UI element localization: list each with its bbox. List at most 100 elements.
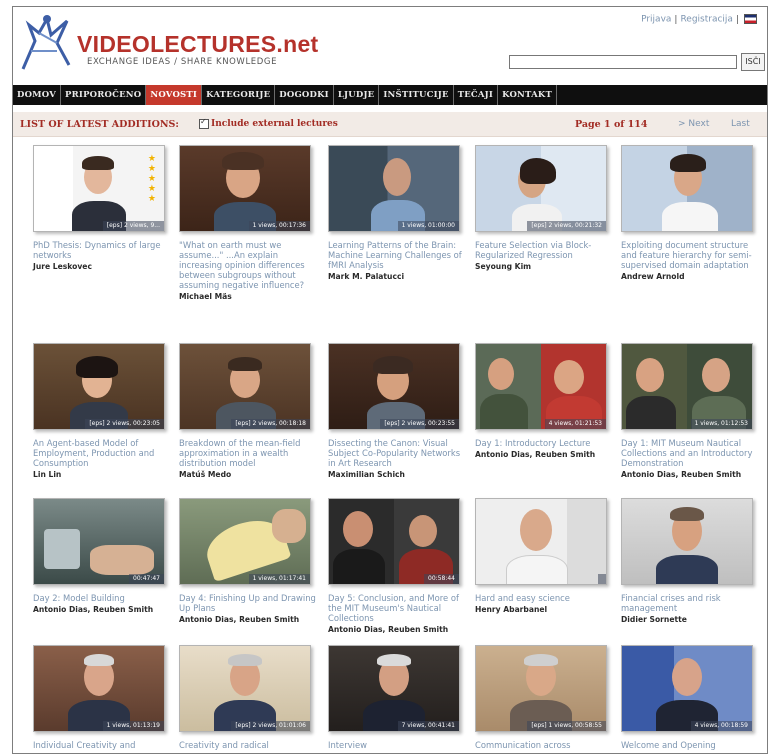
- lecture-card[interactable]: Hard and easy science Henry Abarbanel: [475, 498, 615, 614]
- lecture-title[interactable]: Exploiting document structure and featur…: [621, 240, 761, 270]
- lecture-card[interactable]: 4 views, 00:18:59 Welcome and Opening: [621, 645, 761, 750]
- lecture-title[interactable]: Interview: [328, 740, 468, 750]
- lecture-author[interactable]: Jure Leskovec: [33, 262, 173, 271]
- lecture-card[interactable]: [eps] 1 views, 00:58:55 Communication ac…: [475, 645, 615, 750]
- lecture-card[interactable]: 00:47:47 Day 2: Model Building Antonio D…: [33, 498, 173, 614]
- speaker-hair: [670, 154, 706, 172]
- lecture-thumbnail[interactable]: 7 views, 00:41:41: [328, 645, 460, 732]
- login-link[interactable]: Prijava: [641, 15, 671, 25]
- site-logo-text[interactable]: VIDEOLECTURES.net: [77, 31, 319, 58]
- lecture-thumbnail[interactable]: [eps] 1 views, 00:58:55: [475, 645, 607, 732]
- lecture-author[interactable]: Antonio Dias, Reuben Smith: [475, 450, 615, 459]
- lecture-card[interactable]: 4 views, 01:21:53 Day 1: Introductory Le…: [475, 343, 615, 459]
- lecture-meta: [eps] 2 views, 00:21:32: [527, 221, 606, 231]
- register-link[interactable]: Registracija: [680, 15, 733, 25]
- lecture-title[interactable]: Day 1: MIT Museum Nautical Collections a…: [621, 438, 761, 468]
- lecture-title[interactable]: Financial crises and risk management: [621, 593, 761, 613]
- lecture-title[interactable]: Individual Creativity and: [33, 740, 173, 750]
- lecture-author[interactable]: Lin Lin: [33, 470, 173, 479]
- lecture-author[interactable]: Seyoung Kim: [475, 262, 615, 271]
- lecture-thumbnail[interactable]: [eps] 2 views, 01:01:06: [179, 645, 311, 732]
- lecture-card[interactable]: [eps] 2 views, 00:21:32 Feature Selectio…: [475, 145, 615, 271]
- lecture-thumbnail[interactable]: [621, 498, 753, 585]
- nav-tab-contact[interactable]: KONTAKT: [498, 85, 557, 105]
- lecture-thumbnail[interactable]: 00:47:47: [33, 498, 165, 585]
- lecture-card[interactable]: 00:58:44 Day 5: Conclusion, and More of …: [328, 498, 468, 634]
- lecture-title[interactable]: Day 4: Finishing Up and Drawing Up Plans: [179, 593, 319, 613]
- lecture-author[interactable]: Andrew Arnold: [621, 272, 761, 281]
- lecture-author[interactable]: Mark M. Palatucci: [328, 272, 468, 281]
- nav-tab-courses[interactable]: TEČAJI: [454, 85, 499, 105]
- lecture-thumbnail[interactable]: [621, 145, 753, 232]
- lecture-thumbnail[interactable]: [eps] 2 views, 00:18:18: [179, 343, 311, 430]
- lecture-thumbnail[interactable]: 1 views, 01:12:53: [621, 343, 753, 430]
- lecture-thumbnail[interactable]: [475, 498, 607, 585]
- lecture-title[interactable]: Day 2: Model Building: [33, 593, 173, 603]
- lecture-author[interactable]: Michael Mäs: [179, 292, 319, 301]
- lecture-card[interactable]: ★ ★ ★ ★ ★ [eps] 2 views, 9... PhD Thesis: Dy…: [33, 145, 173, 271]
- lecture-thumbnail[interactable]: 4 views, 01:21:53: [475, 343, 607, 430]
- include-external-label[interactable]: Include external lectures: [211, 119, 338, 129]
- lecture-card[interactable]: 1 views, 01:13:19 Individual Creativity …: [33, 645, 173, 750]
- lecture-thumbnail[interactable]: 1 views, 00:17:36: [179, 145, 311, 232]
- lecture-title[interactable]: Feature Selection via Block-Regularized …: [475, 240, 615, 260]
- lecture-meta: 4 views, 01:21:53: [544, 419, 606, 429]
- nav-tab-events[interactable]: DOGODKI: [275, 85, 334, 105]
- lecture-thumbnail[interactable]: [eps] 2 views, 00:23:05: [33, 343, 165, 430]
- lecture-title[interactable]: Hard and easy science: [475, 593, 615, 603]
- lecture-title[interactable]: Communication across: [475, 740, 615, 750]
- lecture-card[interactable]: [eps] 2 views, 00:18:18 Breakdown of the…: [179, 343, 319, 479]
- language-flag-icon[interactable]: [744, 14, 757, 24]
- lecture-card[interactable]: 7 views, 00:41:41 Interview: [328, 645, 468, 750]
- logo-figure-icon[interactable]: [17, 11, 75, 73]
- lecture-card[interactable]: 1 views, 01:17:41 Day 4: Finishing Up an…: [179, 498, 319, 624]
- lecture-title[interactable]: Day 1: Introductory Lecture: [475, 438, 615, 448]
- lecture-card[interactable]: [eps] 2 views, 00:23:05 An Agent-based M…: [33, 343, 173, 479]
- lecture-title[interactable]: Day 5: Conclusion, and More of the MIT M…: [328, 593, 468, 623]
- lecture-author[interactable]: Antonio Dias, Reuben Smith: [328, 625, 468, 634]
- lecture-title[interactable]: Learning Patterns of the Brain: Machine …: [328, 240, 468, 270]
- last-page-link[interactable]: Last: [731, 119, 750, 129]
- lecture-thumbnail[interactable]: [eps] 2 views, 00:23:55: [328, 343, 460, 430]
- lecture-title[interactable]: Creativity and radical: [179, 740, 319, 750]
- nav-tab-home[interactable]: DOMOV: [13, 85, 62, 105]
- lecture-title[interactable]: PhD Thesis: Dynamics of large networks: [33, 240, 173, 260]
- lecture-thumbnail[interactable]: [eps] 2 views, 00:21:32: [475, 145, 607, 232]
- nav-tab-institutions[interactable]: INŠTITUCIJE: [379, 85, 454, 105]
- lecture-title[interactable]: Dissecting the Canon: Visual Subject Co-…: [328, 438, 468, 468]
- lecture-thumbnail[interactable]: 1 views, 01:17:41: [179, 498, 311, 585]
- lecture-card[interactable]: [eps] 2 views, 01:01:06 Creativity and r…: [179, 645, 319, 750]
- nav-tab-news[interactable]: NOVOSTI: [146, 85, 203, 105]
- lecture-thumbnail[interactable]: ★ ★ ★ ★ ★ [eps] 2 views, 9...: [33, 145, 165, 232]
- speaker-hair: [524, 654, 558, 666]
- lecture-thumbnail[interactable]: 1 views, 01:13:19: [33, 645, 165, 732]
- lecture-thumbnail[interactable]: 00:58:44: [328, 498, 460, 585]
- search-input[interactable]: [509, 55, 737, 69]
- nav-tab-people[interactable]: LJUDJE: [334, 85, 380, 105]
- lecture-card[interactable]: 1 views, 00:17:36 "What on earth must we…: [179, 145, 319, 301]
- lecture-title[interactable]: An Agent-based Model of Employment, Prod…: [33, 438, 173, 468]
- lecture-thumbnail[interactable]: 1 views, 01:00:00: [328, 145, 460, 232]
- lecture-author[interactable]: Henry Abarbanel: [475, 605, 615, 614]
- lecture-author[interactable]: Matúš Medo: [179, 470, 319, 479]
- lecture-title[interactable]: Breakdown of the mean-field approximatio…: [179, 438, 319, 468]
- lecture-author[interactable]: Antonio Dias, Reuben Smith: [33, 605, 173, 614]
- lecture-card[interactable]: Exploiting document structure and featur…: [621, 145, 761, 281]
- lecture-card[interactable]: 1 views, 01:00:00 Learning Patterns of t…: [328, 145, 468, 281]
- lecture-author[interactable]: Maximilian Schich: [328, 470, 468, 479]
- list-header-bar: LIST OF LATEST ADDITIONS: Include extern…: [13, 112, 767, 137]
- include-external-checkbox[interactable]: [199, 117, 209, 129]
- nav-tab-categories[interactable]: KATEGORIJE: [202, 85, 276, 105]
- lecture-card[interactable]: [eps] 2 views, 00:23:55 Dissecting the C…: [328, 343, 468, 479]
- next-page-link[interactable]: > Next: [678, 119, 709, 129]
- lecture-author[interactable]: Didier Sornette: [621, 615, 761, 624]
- nav-tab-recommended[interactable]: PRIPOROČENO: [61, 85, 147, 105]
- lecture-author[interactable]: Antonio Dias, Reuben Smith: [621, 470, 761, 479]
- lecture-title[interactable]: Welcome and Opening: [621, 740, 761, 750]
- lecture-thumbnail[interactable]: 4 views, 00:18:59: [621, 645, 753, 732]
- lecture-title[interactable]: "What on earth must we assume..." ...An …: [179, 240, 319, 290]
- lecture-card[interactable]: Financial crises and risk management Did…: [621, 498, 761, 624]
- lecture-author[interactable]: Antonio Dias, Reuben Smith: [179, 615, 319, 624]
- lecture-card[interactable]: 1 views, 01:12:53 Day 1: MIT Museum Naut…: [621, 343, 761, 479]
- search-button[interactable]: ISČI: [741, 53, 765, 71]
